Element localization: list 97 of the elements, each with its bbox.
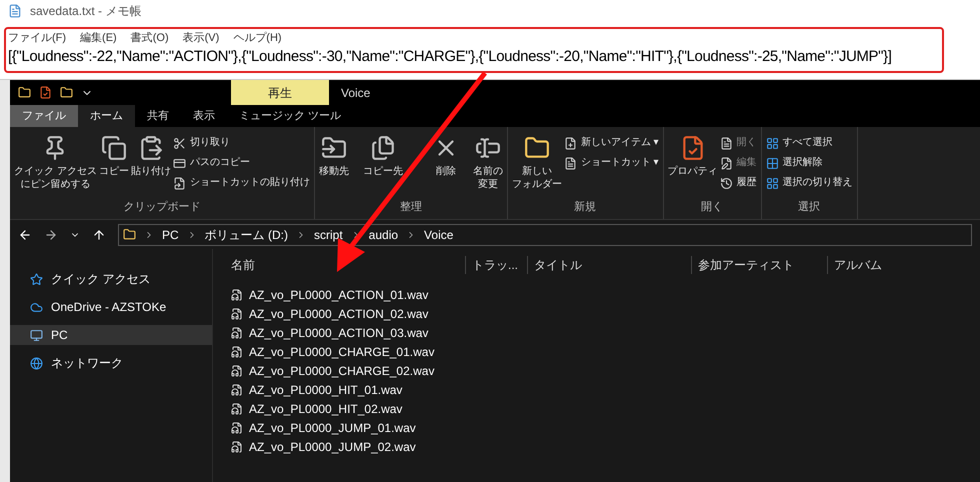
grid-icon: [766, 176, 779, 190]
document-icon: [564, 156, 577, 170]
nav-item[interactable]: クイック アクセス: [10, 269, 212, 289]
card-icon: [172, 156, 186, 170]
file-item[interactable]: AZ_vo_PL0000_JUMP_01.wav: [231, 418, 980, 437]
window-title: Voice: [341, 84, 370, 102]
folder-icon: [524, 135, 550, 161]
file-item[interactable]: AZ_vo_PL0000_ACTION_03.wav: [231, 323, 980, 342]
file-item[interactable]: AZ_vo_PL0000_ACTION_01.wav: [231, 285, 980, 304]
ribbon-button[interactable]: プロパティ: [668, 131, 718, 198]
ribbon-group-label: 開く: [700, 200, 724, 214]
menu-item[interactable]: ヘルプ(H): [233, 30, 282, 46]
audio-file-icon: [231, 346, 243, 358]
ribbon-group-label: 新規: [573, 200, 598, 214]
text-content: [{"Loudness":-22,"Name":"ACTION"},{"Loudness":-30,"Name":"CHARGE"},{"Loudness":-20,"Name":"HIT"},{"Loudness":-25,"Name":"JUMP"}]: [7, 47, 893, 67]
context-tab-label: 再生: [231, 80, 329, 105]
ribbon-button[interactable]: クイック アクセス にピン留めする: [14, 131, 97, 198]
column-header[interactable]: 参加アーティスト: [691, 256, 827, 274]
ribbon-button[interactable]: 名前の 変更: [472, 131, 503, 198]
file-item[interactable]: AZ_vo_PL0000_HIT_02.wav: [231, 399, 980, 418]
nav-item[interactable]: ネットワーク: [10, 353, 212, 373]
column-header[interactable]: 名前: [213, 256, 465, 274]
nav-item[interactable]: OneDrive - AZSTOKe: [10, 297, 212, 317]
audio-file-icon: [231, 402, 243, 414]
audio-file-icon: [231, 364, 243, 376]
menu-item[interactable]: 表示(V): [182, 30, 220, 46]
audio-file-icon: [231, 288, 243, 300]
cloud-icon: [30, 300, 43, 314]
ribbon-button[interactable]: 切り取り: [172, 135, 310, 151]
column-header[interactable]: アルバム: [827, 256, 980, 274]
breadcrumb-item[interactable]: Voice: [424, 226, 454, 244]
menu-item[interactable]: 編集(E): [80, 30, 117, 46]
ribbon-button[interactable]: すべて選択: [766, 135, 853, 151]
audio-file-icon: [231, 384, 243, 396]
ribbon-tab[interactable]: 共有: [135, 105, 181, 127]
audio-file-icon: [231, 326, 243, 338]
breadcrumb-item[interactable]: audio: [368, 226, 398, 244]
grid-icon: [766, 156, 779, 170]
folder-icon: [123, 228, 136, 241]
ribbon-tab[interactable]: ミュージック ツール: [227, 105, 354, 127]
ribbon-group-label: クリップボード: [122, 200, 202, 214]
menu-item[interactable]: 書式(O): [130, 30, 169, 46]
address-bar[interactable]: PC ボリューム (D:) script audio Voice: [118, 224, 972, 246]
scissors-icon: [172, 136, 186, 150]
ribbon-button[interactable]: 移動先: [318, 131, 349, 198]
ribbon-tab[interactable]: 表示: [181, 105, 227, 127]
document-icon: [720, 136, 733, 150]
copy-icon: [370, 135, 396, 161]
column-header[interactable]: トラッ...: [465, 256, 527, 274]
ribbon-group-label: 整理: [398, 200, 423, 214]
window-title: savedata.txt - メモ帳: [30, 3, 142, 20]
new-file-icon: [564, 136, 577, 150]
ribbon-button[interactable]: ショートカット ▾: [564, 155, 659, 171]
audio-file-icon: [231, 308, 243, 320]
ribbon-button[interactable]: 選択の切り替え: [766, 175, 853, 191]
back-icon[interactable]: [18, 228, 32, 242]
notepad-icon: [8, 4, 22, 18]
globe-icon: [30, 356, 43, 370]
ribbon-button[interactable]: 履歴: [720, 175, 757, 191]
ribbon-group-label: 選択: [797, 200, 822, 214]
monitor-icon: [30, 328, 43, 342]
menu-item[interactable]: ファイル(F): [8, 30, 66, 46]
edit-icon: [720, 156, 733, 170]
breadcrumb-item[interactable]: script: [314, 226, 343, 244]
audio-file-icon: [231, 440, 243, 452]
audio-file-icon: [231, 422, 243, 434]
nav-item[interactable]: PC: [10, 325, 212, 345]
grid-icon: [766, 136, 779, 150]
ribbon-button[interactable]: コピー: [98, 131, 129, 198]
file-item[interactable]: AZ_vo_PL0000_ACTION_02.wav: [231, 304, 980, 323]
file-item[interactable]: AZ_vo_PL0000_CHARGE_01.wav: [231, 342, 980, 361]
file-item[interactable]: AZ_vo_PL0000_HIT_01.wav: [231, 380, 980, 399]
copy-icon: [100, 135, 127, 161]
up-icon[interactable]: [92, 228, 106, 242]
folder-icon[interactable]: [60, 86, 73, 99]
ribbon-button[interactable]: 新しいアイテム ▾: [564, 135, 659, 151]
breadcrumb-item[interactable]: ボリューム (D:): [204, 226, 288, 244]
file-item[interactable]: AZ_vo_PL0000_JUMP_02.wav: [231, 437, 980, 456]
history-icon: [720, 176, 733, 190]
folder-icon[interactable]: [18, 86, 31, 99]
ribbon-button[interactable]: 削除: [432, 131, 459, 198]
properties-icon[interactable]: [39, 86, 52, 99]
ribbon-tab[interactable]: ファイル: [10, 105, 78, 127]
ribbon-button[interactable]: 新しい フォルダー: [512, 131, 562, 198]
breadcrumb-item[interactable]: PC: [162, 226, 179, 244]
ribbon-button[interactable]: パスのコピー: [172, 155, 310, 171]
shortcut-icon: [172, 176, 186, 190]
ribbon-button[interactable]: コピー先: [362, 131, 403, 198]
star-icon: [30, 272, 43, 286]
ribbon-tab[interactable]: ホーム: [78, 105, 135, 127]
file-item[interactable]: AZ_vo_PL0000_CHARGE_02.wav: [231, 361, 980, 380]
column-header[interactable]: タイトル: [527, 256, 691, 274]
ribbon-button[interactable]: 選択解除: [766, 155, 853, 171]
ribbon-button[interactable]: 貼り付け: [130, 131, 171, 198]
move-icon: [320, 135, 347, 161]
ribbon-button[interactable]: ショートカットの貼り付け: [172, 175, 310, 191]
forward-icon[interactable]: [44, 228, 58, 242]
